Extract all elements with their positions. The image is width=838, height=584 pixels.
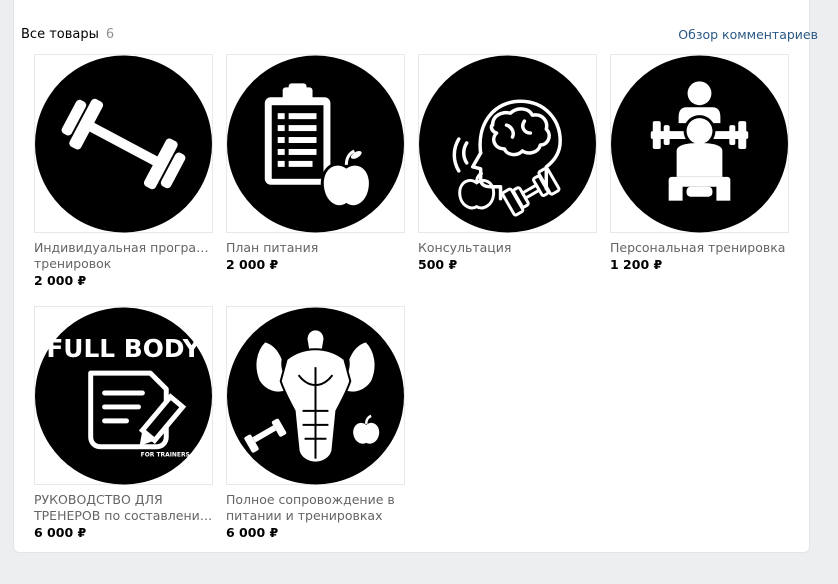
product-price: 2 000 ₽ [34, 273, 87, 288]
product-name[interactable]: РУКОВОДСТВО ДЛЯ ТРЕНЕРОВ по составлению… [34, 492, 213, 524]
reviews-link[interactable]: Обзор комментариев [678, 27, 818, 42]
image-heading-text: FULL BODY [46, 334, 201, 363]
product-image[interactable]: FULL BODY FOR TRAINERS [34, 306, 213, 485]
meal-plan-icon [227, 55, 404, 232]
product-name[interactable]: Индивидуальная программа тренировок [34, 240, 213, 272]
product-card-trainer-guide[interactable]: FULL BODY FOR TRAINERS РУКОВОДСТВО ДЛЯ Т… [34, 306, 213, 541]
product-price: 6 000 ₽ [226, 525, 279, 540]
product-name[interactable]: План питания [226, 240, 405, 256]
product-name-line: РУКОВОДСТВО ДЛЯ [34, 492, 163, 507]
product-card-meal-plan[interactable]: План питания 2 000 ₽ [226, 54, 405, 273]
product-card-consultation[interactable]: Консультация 500 ₽ [418, 54, 597, 273]
product-name[interactable]: Персональная тренировка [610, 240, 789, 256]
product-card-full-support[interactable]: Полное сопровождение в питании и трениро… [226, 306, 405, 541]
personal-training-icon [611, 55, 788, 232]
product-image[interactable] [34, 54, 213, 233]
goods-count: 6 [105, 26, 115, 42]
bodybuilder-icon [227, 307, 404, 484]
product-name-line: Индивидуальная программа [34, 240, 213, 255]
product-price: 500 ₽ [418, 257, 458, 272]
goods-header: Все товары 6 Обзор комментариев [21, 26, 818, 42]
product-price: 1 200 ₽ [610, 257, 663, 272]
full-body-guide-icon: FULL BODY FOR TRAINERS [35, 307, 212, 484]
barbell-icon [35, 55, 212, 232]
product-card-training-program[interactable]: Индивидуальная программа тренировок 2 00… [34, 54, 213, 289]
product-card-personal-training[interactable]: Персональная тренировка 1 200 ₽ [610, 54, 789, 273]
product-price: 6 000 ₽ [34, 525, 87, 540]
product-image[interactable] [610, 54, 789, 233]
product-image[interactable] [226, 306, 405, 485]
product-name[interactable]: Полное сопровождение в питании и трениро… [226, 492, 405, 524]
product-name[interactable]: Консультация [418, 240, 597, 256]
product-name-line: ТРЕНЕРОВ по составлению… [34, 508, 213, 523]
product-name-line: Полное сопровождение в [226, 492, 395, 507]
goods-title-group: Все товары 6 [21, 27, 114, 42]
product-name-line: тренировок [34, 256, 112, 271]
brain-consultation-icon [419, 55, 596, 232]
product-price: 2 000 ₽ [226, 257, 279, 272]
image-subtext: FOR TRAINERS [141, 451, 190, 458]
product-image[interactable] [418, 54, 597, 233]
product-image[interactable] [226, 54, 405, 233]
product-name-line: питании и тренировках [226, 508, 383, 523]
page-title: Все товары [21, 26, 99, 42]
